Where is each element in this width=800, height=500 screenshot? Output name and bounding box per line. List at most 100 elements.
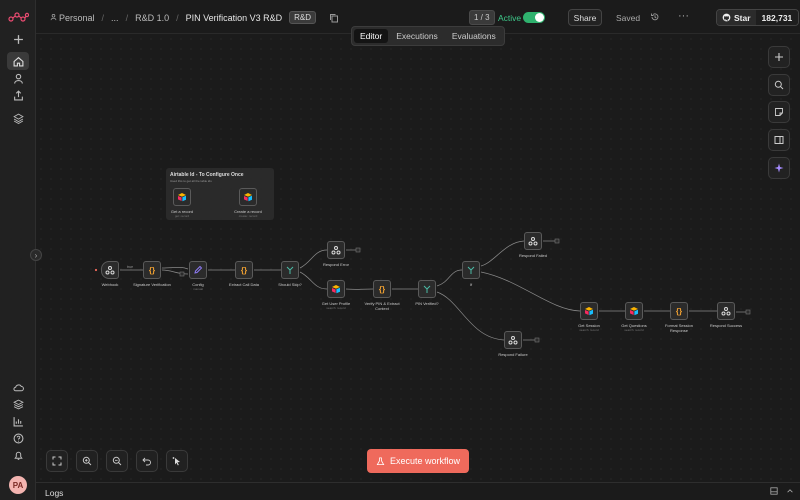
- workflow-title[interactable]: PIN Verification V3 R&D: [186, 13, 283, 23]
- node-sub: manual: [193, 287, 203, 291]
- node-verify-pin[interactable]: {}: [373, 280, 391, 298]
- github-star-label: Star: [734, 12, 751, 23]
- github-star-count: 182,731: [755, 10, 799, 25]
- flask-icon: [376, 456, 385, 465]
- if-branch-icon: [286, 266, 294, 274]
- sticky-note-button[interactable]: [768, 101, 790, 123]
- home-icon[interactable]: [7, 52, 29, 70]
- workflow-canvas[interactable]: [36, 34, 800, 482]
- avatar[interactable]: PA: [9, 476, 27, 494]
- node-label: PIN Verified?: [415, 301, 439, 306]
- node-get-questions[interactable]: [625, 302, 643, 320]
- add-icon[interactable]: [7, 30, 29, 48]
- zoom-out-button[interactable]: [106, 450, 128, 472]
- node-get-user-profile[interactable]: [327, 280, 345, 298]
- share-icon[interactable]: [7, 86, 29, 104]
- ai-assistant-button[interactable]: [768, 157, 790, 179]
- logs-label: Logs: [45, 488, 64, 498]
- node-label: Respond Error: [322, 262, 349, 267]
- node-sub: search: record: [579, 328, 599, 332]
- active-toggle[interactable]: [523, 12, 545, 23]
- node-get-record[interactable]: [173, 188, 191, 206]
- search-icon: [774, 80, 784, 90]
- node-label: Extract Call Data: [228, 282, 259, 287]
- tab-evaluations[interactable]: Evaluations: [446, 29, 502, 43]
- zoom-in-button[interactable]: [76, 450, 98, 472]
- bell-icon[interactable]: [7, 446, 29, 464]
- code-icon: {}: [240, 265, 248, 275]
- breadcrumb-ellipsis[interactable]: ...: [111, 13, 119, 23]
- node-should-skip[interactable]: [281, 261, 299, 279]
- tidy-up-button[interactable]: [166, 450, 188, 472]
- github-icon: [722, 13, 731, 22]
- airtable-icon: [244, 193, 252, 202]
- workflow-tag[interactable]: R&D: [289, 11, 317, 24]
- node-sub: create: record: [238, 214, 258, 218]
- node-format-session-response[interactable]: {}: [670, 302, 688, 320]
- breadcrumb-separator: /: [101, 12, 105, 23]
- node-respond-failed[interactable]: [524, 232, 542, 250]
- if-branch-icon: [423, 285, 431, 293]
- share-button[interactable]: Share: [568, 9, 602, 26]
- templates-icon[interactable]: [7, 395, 29, 413]
- sidebar-collapse-icon[interactable]: ›: [30, 249, 42, 261]
- github-star-button[interactable]: Star 182,731: [716, 9, 800, 26]
- node-pin-verified[interactable]: [418, 280, 436, 298]
- node-webhook[interactable]: [101, 261, 119, 279]
- airtable-icon: [332, 285, 340, 294]
- airtable-icon: [630, 307, 638, 316]
- node-label: Webhook: [101, 282, 119, 287]
- webhook-icon: [331, 246, 341, 255]
- node-create-record[interactable]: [239, 188, 257, 206]
- breadcrumb: Personal / ... / R&D 1.0 / PIN Verificat…: [50, 11, 339, 24]
- node-label: If: [469, 282, 473, 287]
- node-extract-call-data[interactable]: {}: [235, 261, 253, 279]
- node-respond-success[interactable]: [717, 302, 735, 320]
- node-respond-failure[interactable]: [504, 331, 522, 349]
- node-get-session[interactable]: [580, 302, 598, 320]
- code-icon: {}: [378, 284, 386, 294]
- more-options-icon[interactable]: ···: [678, 10, 689, 22]
- node-label: Signature Verification: [133, 282, 171, 287]
- node-sub: search: record: [326, 306, 346, 310]
- tab-editor[interactable]: Editor: [354, 29, 389, 43]
- webhook-icon: [721, 307, 731, 316]
- execute-workflow-button[interactable]: Execute workflow: [367, 449, 469, 473]
- airtable-icon: [585, 307, 593, 316]
- code-icon: {}: [148, 265, 156, 275]
- cloud-icon[interactable]: [7, 378, 29, 396]
- node-respond-error[interactable]: [327, 241, 345, 259]
- node-label: Respond Failure: [498, 352, 528, 357]
- node-label: Format Session Response: [664, 323, 693, 333]
- node-if[interactable]: [462, 261, 480, 279]
- undo-button[interactable]: [136, 450, 158, 472]
- chevron-up-icon[interactable]: [786, 487, 794, 495]
- n8n-logo-icon[interactable]: [7, 10, 29, 24]
- layers-icon[interactable]: [7, 109, 29, 127]
- tab-executions[interactable]: Executions: [390, 29, 444, 43]
- connection-label: true: [127, 265, 134, 269]
- user-icon[interactable]: [7, 69, 29, 87]
- sticky-note-title: Airtable Id - To Configure Once: [170, 172, 244, 178]
- note-icon: [775, 108, 783, 116]
- help-icon[interactable]: [7, 429, 29, 447]
- fit-view-button[interactable]: [46, 450, 68, 472]
- execute-workflow-label: Execute workflow: [389, 456, 461, 466]
- logs-panel-bar[interactable]: Logs: [36, 482, 800, 500]
- active-label: Active: [498, 13, 522, 23]
- node-config[interactable]: [189, 261, 207, 279]
- undo-icon: [142, 457, 151, 466]
- breadcrumb-workspace[interactable]: Personal: [59, 13, 95, 23]
- open-panel-icon[interactable]: [770, 487, 778, 495]
- breadcrumb-folder[interactable]: R&D 1.0: [135, 13, 169, 23]
- add-node-button[interactable]: [768, 46, 790, 68]
- node-sub: search: record: [624, 328, 644, 332]
- search-nodes-button[interactable]: [768, 74, 790, 96]
- history-icon[interactable]: [650, 12, 660, 22]
- version-indicator[interactable]: 1 / 3: [469, 10, 495, 25]
- node-signature-verification[interactable]: {}: [143, 261, 161, 279]
- copy-icon[interactable]: [329, 13, 339, 23]
- node-label: Should Skip?: [278, 282, 302, 287]
- insights-icon[interactable]: [7, 412, 29, 430]
- panel-toggle-button[interactable]: [768, 129, 790, 151]
